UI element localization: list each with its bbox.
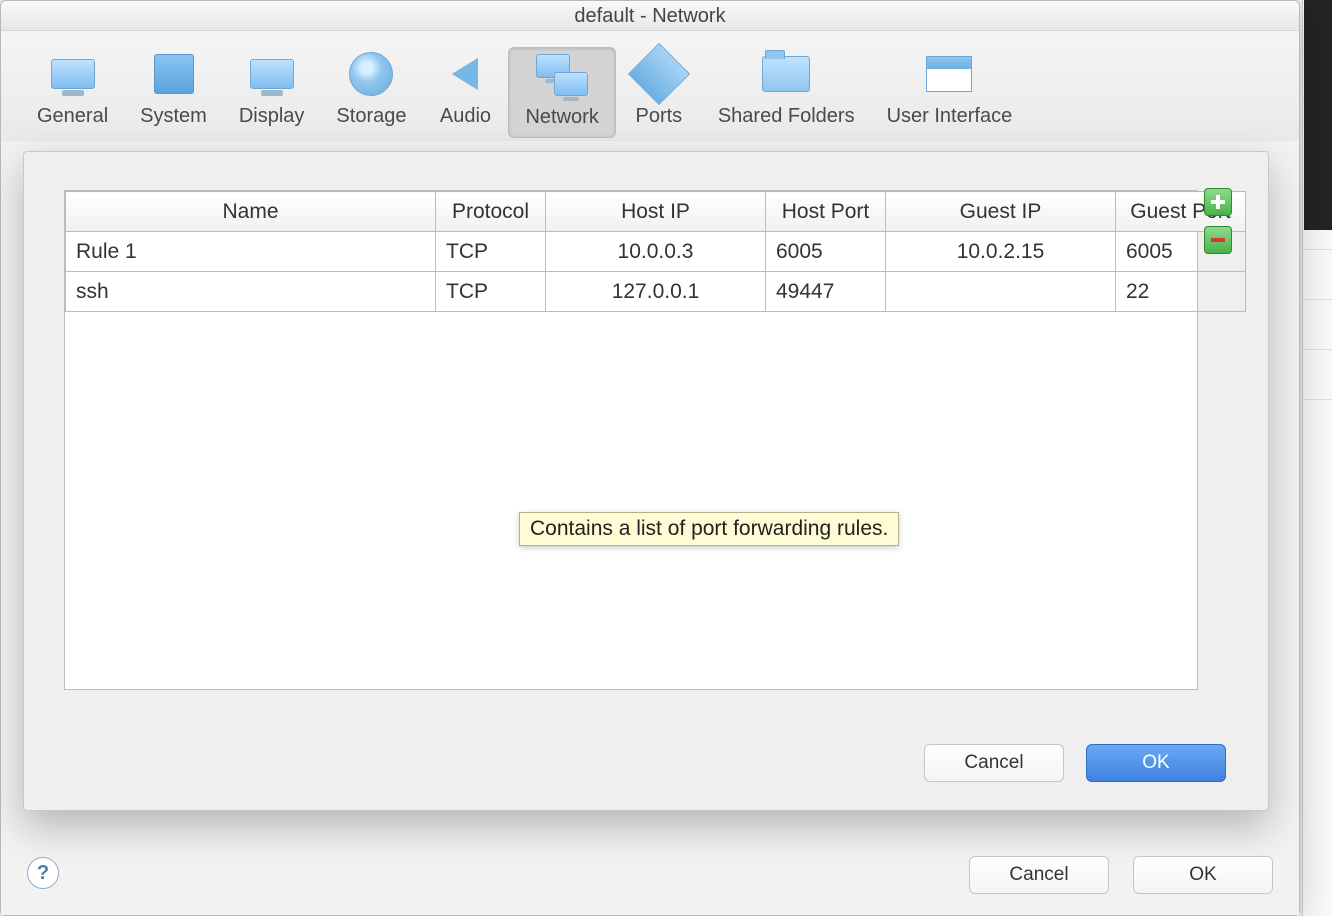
- general-icon: [46, 51, 100, 97]
- sheet-ok-button[interactable]: OK: [1086, 744, 1226, 782]
- system-icon: [147, 51, 201, 97]
- toolbar-item-general[interactable]: General: [21, 47, 124, 136]
- toolbar-label: Audio: [440, 105, 491, 128]
- col-host-ip[interactable]: Host IP: [546, 192, 766, 232]
- table-header-row: Name Protocol Host IP Host Port Guest IP…: [66, 192, 1246, 232]
- cell-host-ip[interactable]: 10.0.0.3: [546, 232, 766, 272]
- toolbar-item-user-interface[interactable]: User Interface: [871, 47, 1029, 136]
- rule-side-buttons: [1204, 188, 1232, 254]
- sheet-footer: Cancel OK: [924, 744, 1226, 782]
- window-title: default - Network: [1, 1, 1299, 31]
- settings-window: default - Network General System Display…: [0, 0, 1300, 916]
- cell-guest-port[interactable]: 22: [1116, 272, 1246, 312]
- col-host-port[interactable]: Host Port: [766, 192, 886, 232]
- cell-name[interactable]: ssh: [66, 272, 436, 312]
- remove-rule-button[interactable]: [1204, 226, 1232, 254]
- user-interface-icon: [922, 51, 976, 97]
- col-name[interactable]: Name: [66, 192, 436, 232]
- cell-guest-ip[interactable]: [886, 272, 1116, 312]
- cell-protocol[interactable]: TCP: [436, 272, 546, 312]
- toolbar-item-system[interactable]: System: [124, 47, 223, 136]
- shared-folders-icon: [759, 51, 813, 97]
- cell-guest-ip[interactable]: 10.0.2.15: [886, 232, 1116, 272]
- table-row[interactable]: Rule 1 TCP 10.0.0.3 6005 10.0.2.15 6005: [66, 232, 1246, 272]
- settings-footer: Cancel OK: [1, 835, 1299, 915]
- network-icon: [535, 52, 589, 98]
- cell-host-ip[interactable]: 127.0.0.1: [546, 272, 766, 312]
- toolbar-item-storage[interactable]: Storage: [320, 47, 422, 136]
- desktop-backdrop: default - Network General System Display…: [0, 0, 1332, 916]
- storage-icon: [344, 51, 398, 97]
- port-forwarding-sheet: Name Protocol Host IP Host Port Guest IP…: [23, 151, 1269, 811]
- col-protocol[interactable]: Protocol: [436, 192, 546, 232]
- tooltip: Contains a list of port forwarding rules…: [519, 512, 899, 546]
- toolbar-item-audio[interactable]: Audio: [422, 47, 508, 136]
- display-icon: [245, 51, 299, 97]
- cell-host-port[interactable]: 6005: [766, 232, 886, 272]
- toolbar-label: Network: [525, 106, 598, 129]
- cell-protocol[interactable]: TCP: [436, 232, 546, 272]
- add-rule-button[interactable]: [1204, 188, 1232, 216]
- settings-toolbar: General System Display Storage Audio Net…: [1, 31, 1299, 145]
- port-forwarding-table: Name Protocol Host IP Host Port Guest IP…: [65, 191, 1246, 312]
- toolbar-label: System: [140, 105, 207, 128]
- col-guest-ip[interactable]: Guest IP: [886, 192, 1116, 232]
- cell-name[interactable]: Rule 1: [66, 232, 436, 272]
- cell-host-port[interactable]: 49447: [766, 272, 886, 312]
- toolbar-label: General: [37, 105, 108, 128]
- toolbar-item-ports[interactable]: Ports: [616, 47, 702, 136]
- toolbar-label: Storage: [336, 105, 406, 128]
- toolbar-label: User Interface: [887, 105, 1013, 128]
- audio-icon: [438, 51, 492, 97]
- toolbar-label: Shared Folders: [718, 105, 855, 128]
- ports-icon: [632, 51, 686, 97]
- table-row[interactable]: ssh TCP 127.0.0.1 49447 22: [66, 272, 1246, 312]
- port-forwarding-table-wrap[interactable]: Name Protocol Host IP Host Port Guest IP…: [64, 190, 1198, 690]
- settings-body: Adapter 2 Adapter 3 Adapter 4 Enable Net…: [1, 141, 1299, 915]
- toolbar-label: Display: [239, 105, 305, 128]
- settings-cancel-button[interactable]: Cancel: [969, 856, 1109, 894]
- sheet-cancel-button[interactable]: Cancel: [924, 744, 1064, 782]
- settings-ok-button[interactable]: OK: [1133, 856, 1273, 894]
- toolbar-item-shared-folders[interactable]: Shared Folders: [702, 47, 871, 136]
- toolbar-item-display[interactable]: Display: [223, 47, 321, 136]
- toolbar-label: Ports: [636, 105, 683, 128]
- background-right-strip: [1302, 0, 1332, 916]
- toolbar-item-network[interactable]: Network: [508, 47, 615, 138]
